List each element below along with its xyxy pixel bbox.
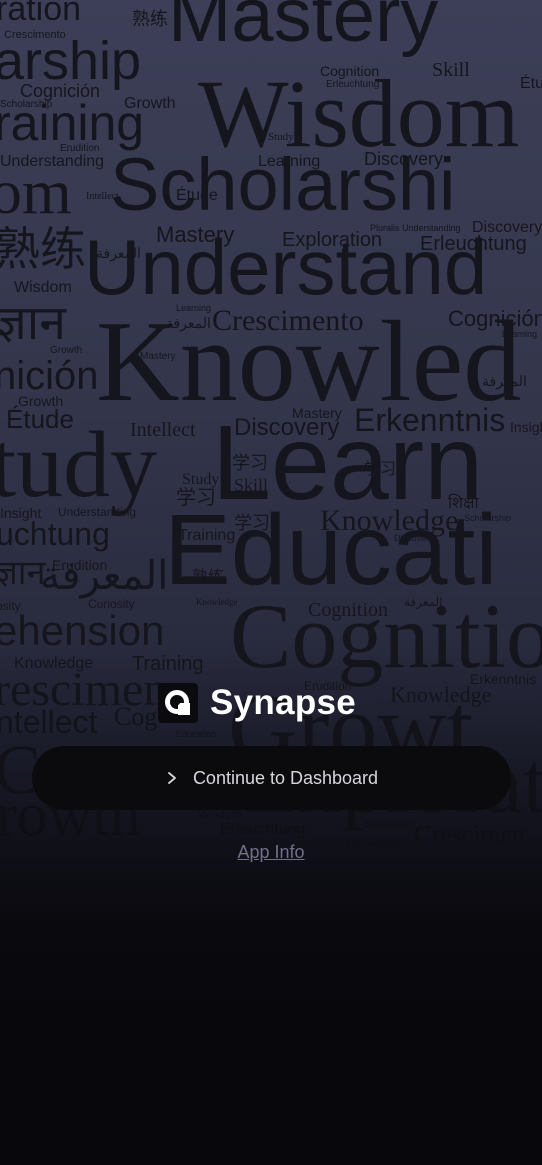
background-word: Scholarship xyxy=(364,819,417,830)
background-word: Mastery xyxy=(168,0,439,58)
background-word: 熟练 xyxy=(132,9,168,29)
background-word: المعرفة xyxy=(482,375,527,390)
background-word: nición xyxy=(0,354,99,398)
background-word: Study xyxy=(182,471,220,488)
background-word: Education xyxy=(176,729,217,739)
background-word: Scholarshi xyxy=(110,143,456,226)
background-word: ehension xyxy=(0,607,165,654)
continue-button-label: Continue to Dashboard xyxy=(192,767,379,788)
background-word: ration xyxy=(0,0,82,28)
background-word: المعرفة xyxy=(40,553,169,598)
background-word: arship xyxy=(0,31,142,91)
background-word: Erleuchtung xyxy=(220,821,306,838)
continue-to-dashboard-button[interactable]: Continue to Dashboard xyxy=(32,746,511,810)
background-word: Erudition xyxy=(60,143,100,154)
background-word: uchtung xyxy=(0,516,110,552)
background-word: Skill xyxy=(234,475,269,495)
synapse-logo-icon xyxy=(158,683,198,723)
app-name: Synapse xyxy=(210,683,357,722)
chevron-right-icon xyxy=(165,771,179,785)
background-word: om xyxy=(0,156,72,227)
app-info-link[interactable]: App Info xyxy=(0,842,542,863)
background-word: Study xyxy=(268,131,294,143)
background-word: Cog xyxy=(114,702,158,731)
background-word: Insight xyxy=(510,419,542,435)
background-word: 熟练 xyxy=(192,569,225,586)
background-word: ज्ञान xyxy=(0,297,66,350)
background-word: raining xyxy=(0,95,145,151)
background-word: ज्ञान xyxy=(0,554,46,592)
background-word: tudy xyxy=(0,413,158,517)
background-word: Cognitio xyxy=(230,585,542,687)
background-word: Wisdom xyxy=(14,279,72,296)
background-word: Étu xyxy=(520,75,542,92)
launch-screen: rationInsight熟练MasteryCrescimentoarshipS… xyxy=(0,0,542,1165)
background-word: 熟练 xyxy=(0,223,86,275)
word-cloud-background: rationInsight熟练MasteryCrescimentoarshipS… xyxy=(0,0,542,870)
background-word: Understand xyxy=(84,223,488,311)
brand-lockup: Synapse xyxy=(158,682,356,724)
background-word: Étude xyxy=(176,187,218,204)
background-word: Intellect xyxy=(86,191,119,202)
